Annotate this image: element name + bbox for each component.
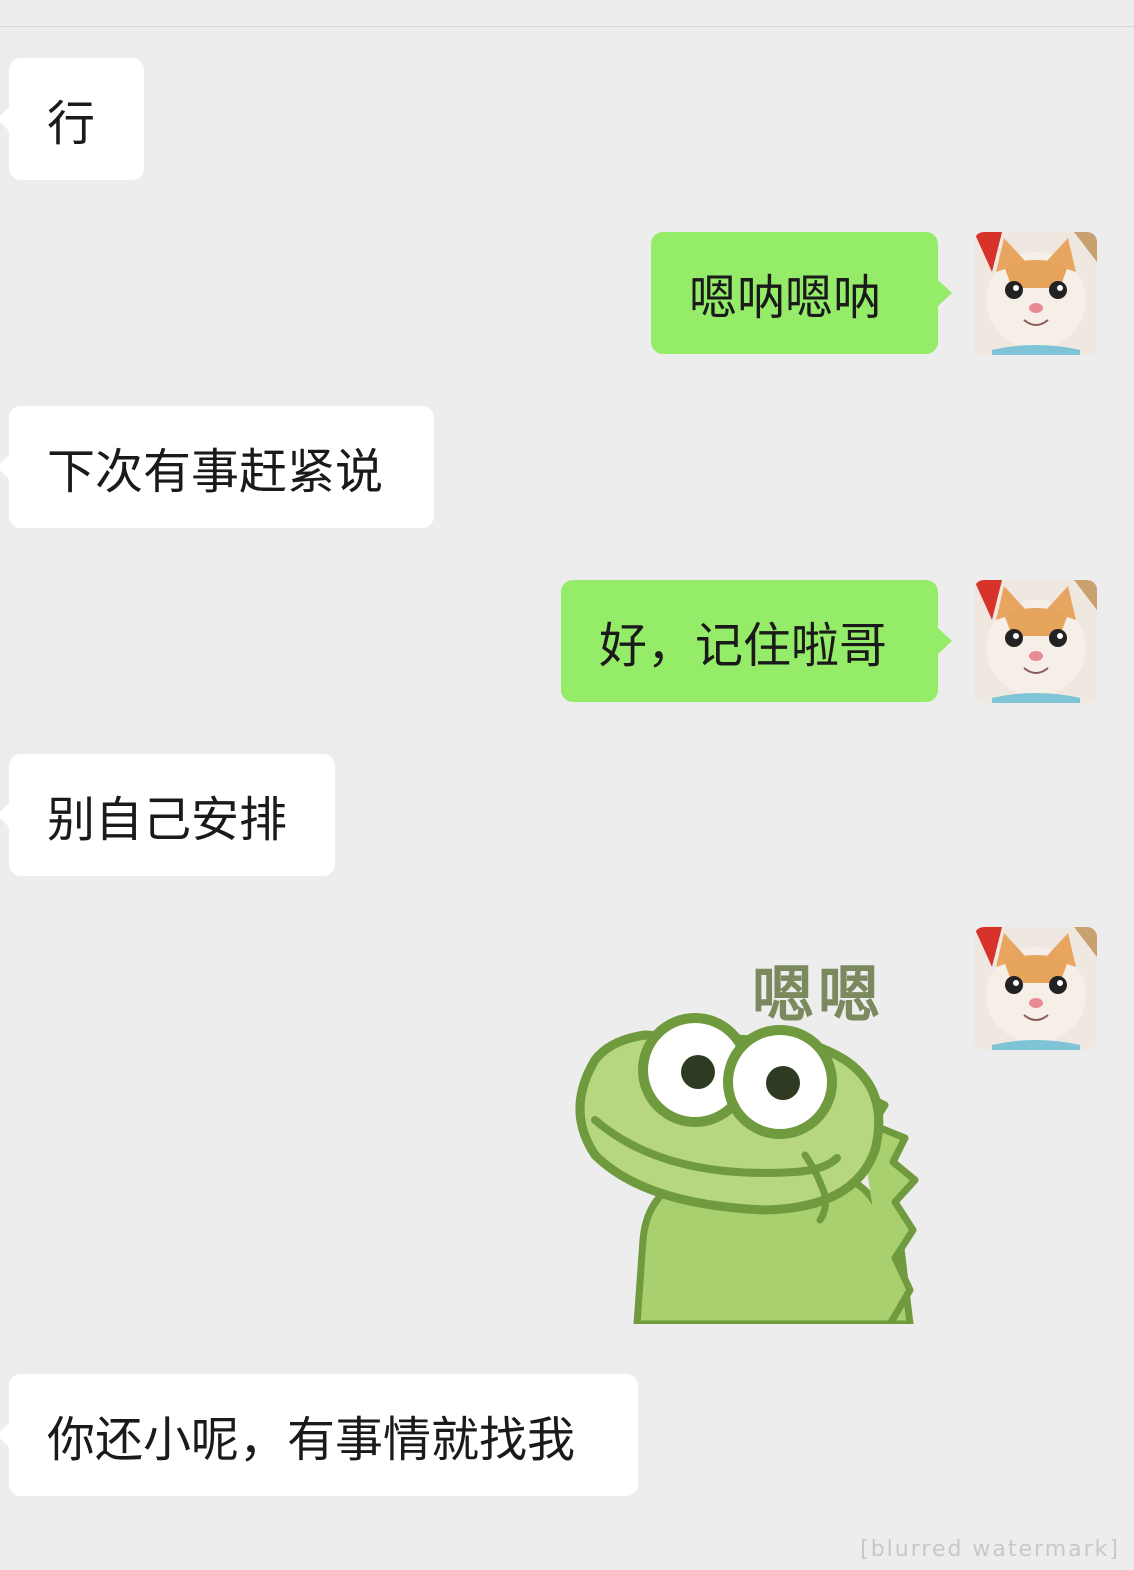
cat-avatar-icon: [974, 927, 1097, 1050]
message-text: 行: [47, 96, 96, 152]
incoming-message-bubble[interactable]: 下次有事赶紧说: [0, 406, 434, 528]
incoming-message-bubble[interactable]: 你还小呢，有事情就找我: [0, 1374, 638, 1496]
outgoing-message-bubble[interactable]: 嗯呐嗯呐: [651, 232, 952, 354]
message-text: 下次有事赶紧说: [47, 444, 384, 500]
message-text: 别自己安排: [47, 792, 288, 848]
avatar[interactable]: [974, 927, 1097, 1050]
cat-avatar-icon: [974, 232, 1097, 355]
incoming-message-bubble[interactable]: 别自己安排: [0, 754, 335, 876]
message-text: 嗯呐嗯呐: [689, 270, 882, 326]
cat-avatar-icon: [974, 580, 1097, 703]
incoming-message-bubble[interactable]: 行: [0, 58, 144, 180]
outgoing-message-bubble[interactable]: 好，记住啦哥: [561, 580, 952, 702]
avatar[interactable]: [974, 580, 1097, 703]
message-text: 你还小呢，有事情就找我: [47, 1412, 576, 1468]
frog-sticker-icon[interactable]: [555, 940, 925, 1324]
header-divider: [0, 26, 1134, 27]
avatar[interactable]: [974, 232, 1097, 355]
message-text: 好，记住啦哥: [599, 618, 888, 674]
watermark: [blurred watermark]: [860, 1537, 1120, 1562]
